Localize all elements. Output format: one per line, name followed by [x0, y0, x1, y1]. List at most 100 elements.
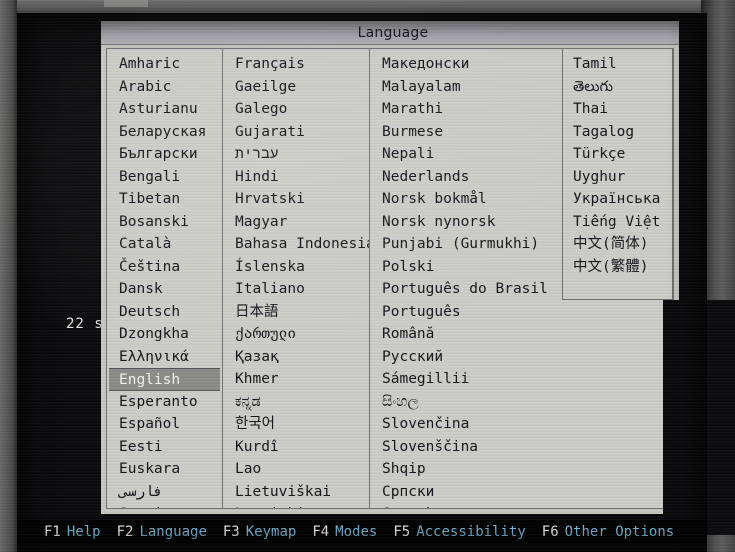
language-item[interactable]: Македонски — [370, 53, 562, 76]
language-item[interactable]: Galego — [223, 98, 369, 121]
language-item[interactable]: Italiano — [223, 278, 369, 301]
language-item[interactable]: Українська — [563, 188, 672, 211]
language-item[interactable]: Dzongkha — [107, 323, 222, 346]
language-item[interactable]: Slovenčina — [370, 413, 562, 436]
language-item[interactable]: Français — [223, 53, 369, 76]
monitor-bezel-notch — [104, 0, 148, 7]
language-item[interactable]: ಕನ್ನಡ — [223, 391, 369, 414]
dialog-title: Language — [357, 24, 429, 41]
language-item[interactable]: Khmer — [223, 368, 369, 391]
language-item[interactable]: Tiếng Việt — [563, 211, 672, 234]
language-item[interactable]: Bosanski — [107, 211, 222, 234]
fkey-f5[interactable]: F5 Accessibility — [393, 524, 525, 540]
fkey-f1-label: Help — [66, 524, 101, 540]
language-item[interactable]: Gujarati — [223, 121, 369, 144]
language-item[interactable]: فارسی — [107, 481, 222, 504]
monitor-bezel-left — [0, 0, 17, 552]
language-item[interactable]: Қазақ — [223, 346, 369, 369]
language-dialog: Language Amharic Arabic Asturianu Белару… — [101, 21, 735, 535]
language-item[interactable]: Ελληνικά — [107, 346, 222, 369]
language-item[interactable]: Беларуская — [107, 121, 222, 144]
language-item[interactable]: Lietuviškai — [223, 481, 369, 504]
language-item[interactable]: Eesti — [107, 436, 222, 459]
language-item[interactable]: Tamil — [563, 53, 672, 76]
language-item[interactable]: Bengali — [107, 166, 222, 189]
language-listbox[interactable]: Amharic Arabic Asturianu Беларуская Бълг… — [106, 48, 674, 509]
language-item[interactable]: Suomi — [107, 503, 222, 508]
language-item[interactable]: Català — [107, 233, 222, 256]
language-item[interactable]: Malayalam — [370, 76, 562, 99]
fkey-f3-key: F3 — [222, 524, 240, 540]
language-item[interactable]: 中文(繁體) — [563, 256, 672, 279]
fkey-f4[interactable]: F4 Modes — [312, 524, 377, 540]
language-column-2: Français Gaeilge Galego Gujarati עברית H… — [222, 49, 369, 508]
language-item[interactable]: 日本語 — [223, 301, 369, 324]
language-item[interactable]: Čeština — [107, 256, 222, 279]
language-item[interactable]: Uyghur — [563, 166, 672, 189]
language-item[interactable]: Српски — [370, 481, 562, 504]
fkey-f4-key: F4 — [312, 524, 330, 540]
language-column-1: Amharic Arabic Asturianu Беларуская Бълг… — [107, 49, 222, 508]
language-item[interactable]: Polski — [370, 256, 562, 279]
language-item[interactable]: Русский — [370, 346, 562, 369]
language-item[interactable]: తెలుగు — [563, 76, 672, 99]
language-item[interactable]: 中文(简体) — [563, 233, 672, 256]
fkey-f2[interactable]: F2 Language — [117, 524, 207, 540]
language-item[interactable]: Hrvatski — [223, 188, 369, 211]
language-column-3: Македонски Malayalam Marathi Burmese Nep… — [369, 49, 562, 508]
language-column-4: Tamil తెలుగు Thai Tagalog Türkçe Uyghur … — [562, 49, 673, 300]
language-item[interactable]: Tibetan — [107, 188, 222, 211]
fkey-f1-key: F1 — [44, 524, 61, 540]
language-item[interactable]: Hindi — [223, 166, 369, 189]
language-item[interactable]: Bahasa Indonesia — [223, 233, 369, 256]
language-item[interactable]: Norsk nynorsk — [370, 211, 562, 234]
language-item[interactable]: Lao — [223, 458, 369, 481]
fkey-f5-label: Accessibility — [416, 524, 526, 540]
fkey-f1[interactable]: F1 Help — [44, 524, 101, 540]
fkey-f5-key: F5 — [393, 524, 411, 540]
language-item[interactable]: Slovenščina — [370, 436, 562, 459]
function-key-bar: F1 Help F2 Language F3 Keymap F4 Modes F… — [17, 520, 707, 544]
language-item[interactable]: Norsk bokmål — [370, 188, 562, 211]
language-item[interactable]: Punjabi (Gurmukhi) — [370, 233, 562, 256]
language-item[interactable]: Amharic — [107, 53, 222, 76]
countdown-timer: 22 s — [66, 316, 104, 332]
monitor-photo: 22 s Language Amharic Arabic Asturianu Б… — [0, 0, 735, 552]
language-item[interactable]: Kurdî — [223, 436, 369, 459]
language-item[interactable]: සිංහල — [370, 391, 562, 414]
language-item[interactable]: Nepali — [370, 143, 562, 166]
language-item[interactable]: Română — [370, 323, 562, 346]
language-item[interactable]: Arabic — [107, 76, 222, 99]
language-item[interactable]: Asturianu — [107, 98, 222, 121]
fkey-f6[interactable]: F6 Other Options — [542, 524, 674, 540]
language-item[interactable]: Nederlands — [370, 166, 562, 189]
language-item[interactable]: עברית — [223, 143, 369, 166]
dialog-titlebar: Language — [101, 21, 679, 45]
column-4-empty-area — [663, 300, 735, 535]
language-item[interactable]: Gaeilge — [223, 76, 369, 99]
language-item[interactable]: ქართული — [223, 323, 369, 346]
language-item[interactable]: Esperanto — [107, 391, 222, 414]
language-item[interactable]: Marathi — [370, 98, 562, 121]
language-item[interactable]: Dansk — [107, 278, 222, 301]
language-item[interactable]: Български — [107, 143, 222, 166]
language-item[interactable]: Thai — [563, 98, 672, 121]
language-item[interactable]: Sámegillii — [370, 368, 562, 391]
language-item[interactable]: Español — [107, 413, 222, 436]
fkey-f3[interactable]: F3 Keymap — [223, 524, 296, 540]
fkey-f2-key: F2 — [116, 524, 134, 540]
language-item[interactable]: Íslenska — [223, 256, 369, 279]
language-item[interactable]: 한국어 — [223, 413, 369, 436]
language-item[interactable]: Svenska — [370, 503, 562, 508]
language-item[interactable]: Português do Brasil — [370, 278, 562, 301]
language-item[interactable]: Latviski — [223, 503, 369, 508]
language-item[interactable]: Türkçe — [563, 143, 672, 166]
language-item[interactable]: Shqip — [370, 458, 562, 481]
language-item[interactable]: Euskara — [107, 458, 222, 481]
language-item[interactable]: Tagalog — [563, 121, 672, 144]
language-item[interactable]: Magyar — [223, 211, 369, 234]
language-item[interactable]: Português — [370, 301, 562, 324]
language-item-selected[interactable]: English — [109, 368, 220, 391]
language-item[interactable]: Burmese — [370, 121, 562, 144]
language-item[interactable]: Deutsch — [107, 301, 222, 324]
